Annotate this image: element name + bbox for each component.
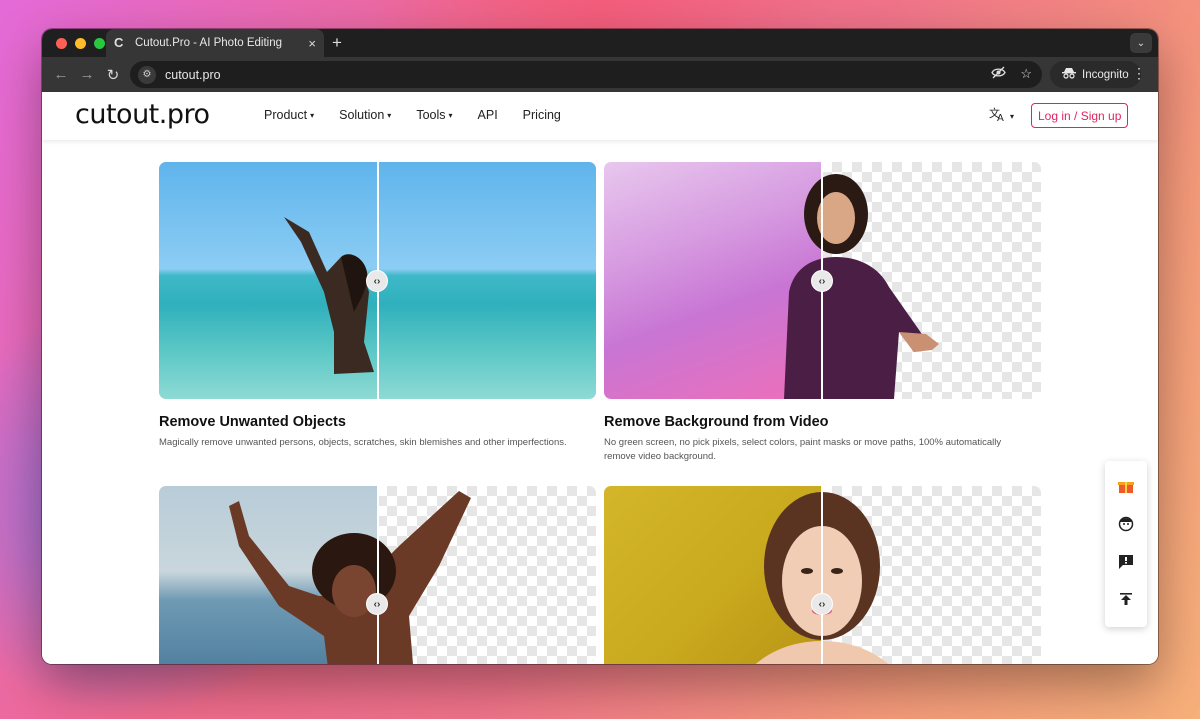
tab-search-button[interactable]: ⌄ xyxy=(1130,33,1152,53)
nav-label: Pricing xyxy=(522,108,561,122)
compare-slider-handle[interactable]: ‹› xyxy=(366,270,388,292)
feature-image-remove-video-bg[interactable]: ‹› xyxy=(604,162,1041,399)
feedback-icon[interactable] xyxy=(1118,554,1134,574)
tab-favicon-icon: C xyxy=(114,35,124,50)
tab-close-icon[interactable]: × xyxy=(308,36,316,51)
chevron-down-icon: ▾ xyxy=(387,110,392,120)
nav-label: API xyxy=(477,108,498,122)
forward-arrow-icon[interactable]: → xyxy=(74,66,100,83)
main-nav: Product ▾ Solution ▾ Tools ▾ API Pricing xyxy=(264,108,586,122)
site-header: cutout.pro Product ▾ Solution ▾ Tools ▾ API… xyxy=(42,92,1158,140)
nav-item-product[interactable]: Product ▾ xyxy=(264,108,314,122)
tab-strip: C Cutout.Pro - AI Photo Editing × + ⌄ xyxy=(42,29,1158,57)
feature-description: No green screen, no pick pixels, select … xyxy=(604,437,1002,462)
feature-image-remove-background[interactable]: ‹› xyxy=(159,486,596,664)
avatar-face-icon[interactable] xyxy=(1118,516,1134,536)
floating-side-panel xyxy=(1105,461,1147,627)
nav-label: Product xyxy=(264,108,308,122)
compare-slider-handle[interactable]: ‹› xyxy=(366,593,388,615)
nav-item-tools[interactable]: Tools ▾ xyxy=(416,108,452,122)
back-to-top-icon[interactable] xyxy=(1119,592,1133,610)
close-window-button[interactable] xyxy=(56,38,67,49)
site-info-icon[interactable]: ⚙ xyxy=(138,65,156,84)
compare-slider-handle[interactable]: ‹› xyxy=(811,270,833,292)
chevron-down-icon: ▾ xyxy=(448,110,453,120)
translate-icon: 文A xyxy=(989,106,1007,126)
browser-tab-active[interactable]: C Cutout.Pro - AI Photo Editing × xyxy=(106,29,324,57)
incognito-indicator[interactable]: Incognito xyxy=(1050,61,1141,88)
feature-showcase: ‹› Remove Unwanted Objects Magically rem… xyxy=(42,140,1158,664)
chevron-down-icon: ⌄ xyxy=(1136,37,1146,49)
tab-title: Cutout.Pro - AI Photo Editing xyxy=(135,37,283,49)
new-tab-button[interactable]: + xyxy=(332,33,342,53)
maximize-window-button[interactable] xyxy=(94,38,105,49)
svg-text:A: A xyxy=(997,113,1004,122)
feature-title[interactable]: Remove Unwanted Objects xyxy=(159,414,346,430)
site-logo[interactable]: cutout.pro xyxy=(75,99,210,130)
bookmark-star-icon[interactable]: ☆ xyxy=(1020,66,1032,82)
feature-image-portrait-cutout[interactable]: ‹› xyxy=(604,486,1041,664)
login-signup-button[interactable]: Log in / Sign up xyxy=(1031,103,1129,128)
feature-title[interactable]: Remove Background from Video xyxy=(604,414,829,430)
minimize-window-button[interactable] xyxy=(75,38,86,49)
incognito-icon xyxy=(1062,67,1076,82)
url-text[interactable]: cutout.pro xyxy=(165,68,221,82)
feature-description: Magically remove unwanted persons, objec… xyxy=(159,437,567,448)
back-arrow-icon[interactable]: ← xyxy=(48,66,74,83)
nav-label: Solution xyxy=(339,108,385,122)
feature-image-remove-objects[interactable]: ‹› xyxy=(159,162,596,399)
eye-slash-icon[interactable] xyxy=(991,66,1007,82)
nav-label: Tools xyxy=(416,108,446,122)
incognito-label: Incognito xyxy=(1082,68,1129,81)
browser-window: C Cutout.Pro - AI Photo Editing × + ⌄ ← … xyxy=(42,29,1158,664)
nav-item-api[interactable]: API xyxy=(478,108,498,122)
browser-menu-icon[interactable]: ⋮ xyxy=(1132,65,1146,82)
chevron-down-icon: ▾ xyxy=(1010,111,1015,121)
compare-slider-handle[interactable]: ‹› xyxy=(811,593,833,615)
chevron-down-icon: ▾ xyxy=(310,110,315,120)
gift-icon[interactable] xyxy=(1118,478,1134,498)
nav-item-pricing[interactable]: Pricing xyxy=(523,108,561,122)
nav-item-solution[interactable]: Solution ▾ xyxy=(339,108,391,122)
reload-icon[interactable]: ↻ xyxy=(100,66,126,84)
browser-toolbar: ← → ↻ ⚙ cutout.pro ☆ Incognito ⋮ xyxy=(42,57,1158,92)
language-selector[interactable]: 文A ▾ xyxy=(989,106,1014,126)
window-controls xyxy=(56,38,105,49)
address-bar[interactable]: ⚙ cutout.pro ☆ xyxy=(130,61,1042,88)
